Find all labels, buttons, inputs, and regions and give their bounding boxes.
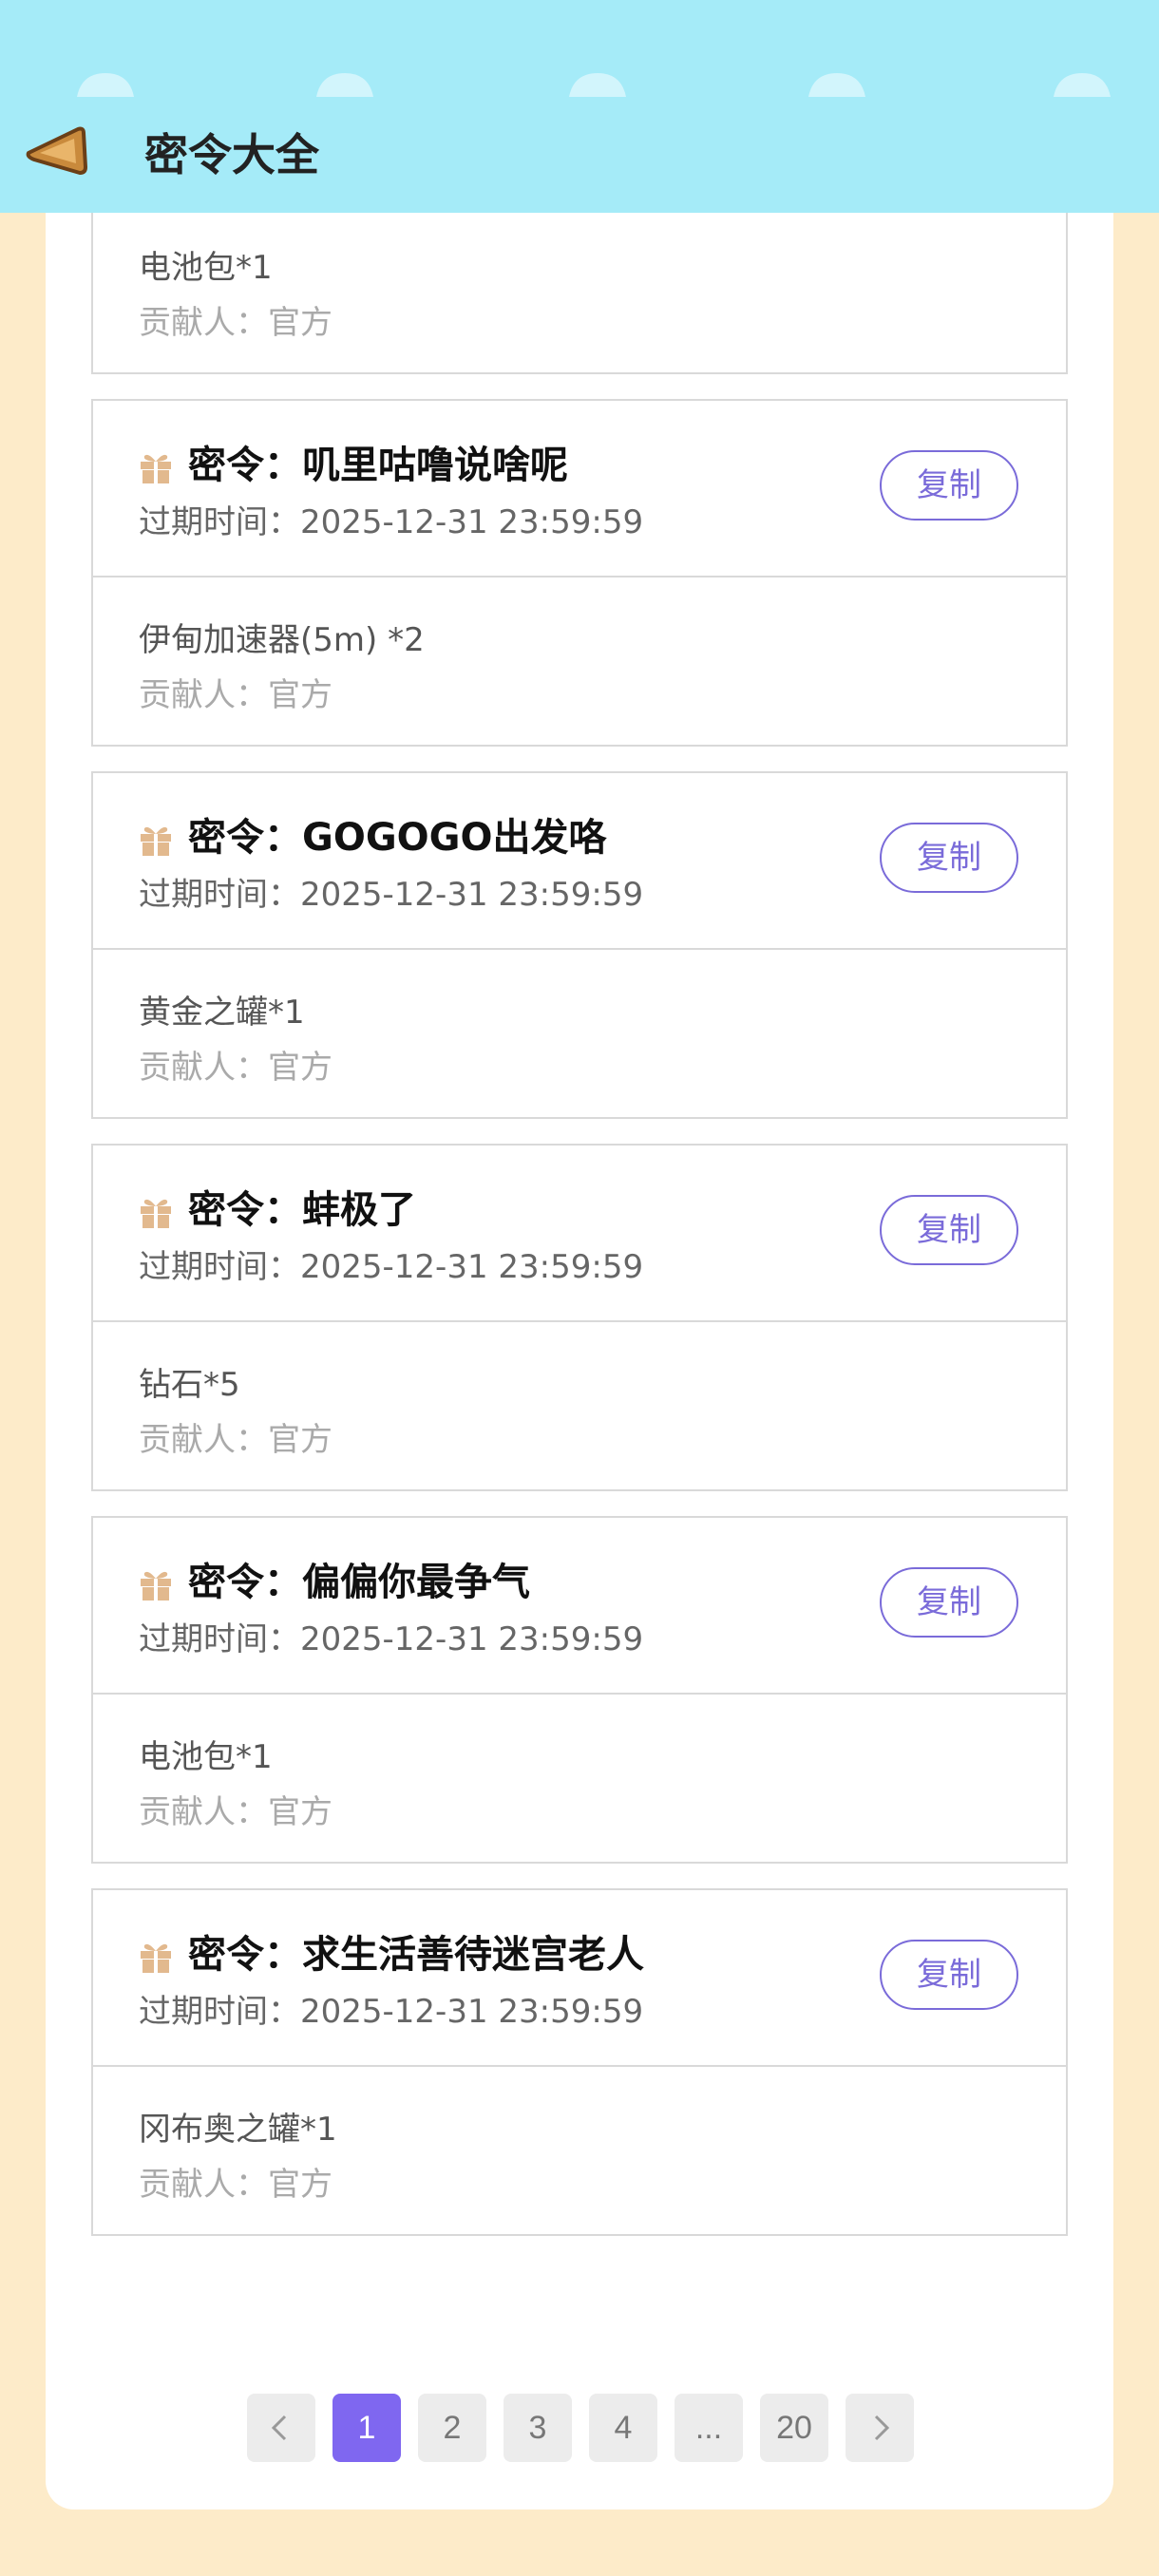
code-title: 密令：叽里咕噜说啥呢 bbox=[188, 444, 568, 487]
code-card: 密令：GOGOGO出发咯 过期时间：2025-12-31 23:59:59 复制… bbox=[91, 771, 1068, 1119]
gift-icon bbox=[141, 1571, 171, 1601]
code-title: 密令：蚌极了 bbox=[188, 1188, 416, 1232]
reward-text: 电池包*1 bbox=[139, 1738, 273, 1776]
code-card-header: 密令：叽里咕噜说啥呢 过期时间：2025-12-31 23:59:59 复制 bbox=[93, 401, 1066, 578]
expire-time: 过期时间：2025-12-31 23:59:59 bbox=[139, 503, 644, 541]
next-page-button[interactable] bbox=[846, 2394, 914, 2462]
copy-button[interactable]: 复制 bbox=[880, 823, 1018, 893]
contributor: 贡献人：官方 bbox=[139, 2166, 332, 2204]
contributor: 贡献人：官方 bbox=[139, 676, 332, 714]
code-title: 密令：GOGOGO出发咯 bbox=[188, 816, 607, 860]
page-button[interactable]: 2 bbox=[418, 2394, 486, 2462]
cloud-decoration bbox=[77, 73, 134, 97]
gift-icon bbox=[141, 1199, 171, 1228]
back-arrow-icon bbox=[26, 126, 87, 175]
code-card-header: 密令：求生活善待迷宫老人 过期时间：2025-12-31 23:59:59 复制 bbox=[93, 1890, 1066, 2067]
contributor: 贡献人：官方 bbox=[139, 1421, 332, 1459]
pagination: 1 2 3 4... 20 bbox=[46, 2394, 1113, 2462]
code-list-panel: 密令：你的猛来了 过期时间：2025-12-31 23:59:59 复制 电池包… bbox=[46, 142, 1113, 2510]
page-title: 密令大全 bbox=[144, 129, 319, 180]
code-card: 密令：叽里咕噜说啥呢 过期时间：2025-12-31 23:59:59 复制 伊… bbox=[91, 399, 1068, 747]
code-card-header: 密令：蚌极了 过期时间：2025-12-31 23:59:59 复制 bbox=[93, 1146, 1066, 1322]
copy-button[interactable]: 复制 bbox=[880, 1567, 1018, 1638]
page-button[interactable]: 1 bbox=[332, 2394, 401, 2462]
copy-button[interactable]: 复制 bbox=[880, 1195, 1018, 1265]
app-header: 密令大全 bbox=[0, 0, 1159, 213]
contributor: 贡献人：官方 bbox=[139, 304, 332, 342]
copy-button[interactable]: 复制 bbox=[880, 450, 1018, 521]
code-card: 密令：偏偏你最争气 过期时间：2025-12-31 23:59:59 复制 电池… bbox=[91, 1516, 1068, 1864]
cloud-decoration bbox=[808, 73, 865, 97]
expire-time: 过期时间：2025-12-31 23:59:59 bbox=[139, 876, 644, 914]
code-title: 密令：求生活善待迷宫老人 bbox=[188, 1933, 644, 1977]
prev-page-button[interactable] bbox=[247, 2394, 315, 2462]
chevron-right-icon bbox=[874, 2415, 890, 2441]
reward-text: 钻石*5 bbox=[139, 1366, 240, 1404]
expire-time: 过期时间：2025-12-31 23:59:59 bbox=[139, 1620, 644, 1658]
expire-time: 过期时间：2025-12-31 23:59:59 bbox=[139, 1993, 644, 2031]
page-button[interactable]: 20 bbox=[760, 2394, 828, 2462]
gift-icon bbox=[141, 826, 171, 856]
code-card-header: 密令：偏偏你最争气 过期时间：2025-12-31 23:59:59 复制 bbox=[93, 1518, 1066, 1695]
reward-text: 冈布奥之罐*1 bbox=[139, 2111, 337, 2149]
cloud-decoration bbox=[1054, 73, 1111, 97]
copy-button[interactable]: 复制 bbox=[880, 1940, 1018, 2010]
code-card: 密令：蚌极了 过期时间：2025-12-31 23:59:59 复制 钻石*5 … bbox=[91, 1144, 1068, 1491]
page-button[interactable]: 4 bbox=[589, 2394, 657, 2462]
gift-icon bbox=[141, 454, 171, 483]
reward-text: 黄金之罐*1 bbox=[139, 994, 305, 1032]
back-button[interactable] bbox=[25, 123, 89, 180]
page-button[interactable]: 3 bbox=[504, 2394, 572, 2462]
chevron-left-icon bbox=[271, 2415, 287, 2441]
cloud-decoration bbox=[569, 73, 626, 97]
expire-time: 过期时间：2025-12-31 23:59:59 bbox=[139, 1248, 644, 1286]
contributor: 贡献人：官方 bbox=[139, 1049, 332, 1087]
gift-icon bbox=[141, 1943, 171, 1973]
page-ellipsis[interactable]: ... bbox=[674, 2394, 743, 2462]
reward-text: 伊甸加速器(5m) *2 bbox=[139, 621, 425, 659]
code-card: 密令：求生活善待迷宫老人 过期时间：2025-12-31 23:59:59 复制… bbox=[91, 1888, 1068, 2236]
cloud-decoration bbox=[316, 73, 373, 97]
reward-text: 电池包*1 bbox=[139, 249, 273, 287]
code-title: 密令：偏偏你最争气 bbox=[188, 1561, 530, 1604]
contributor: 贡献人：官方 bbox=[139, 1793, 332, 1831]
code-card-header: 密令：GOGOGO出发咯 过期时间：2025-12-31 23:59:59 复制 bbox=[93, 773, 1066, 950]
